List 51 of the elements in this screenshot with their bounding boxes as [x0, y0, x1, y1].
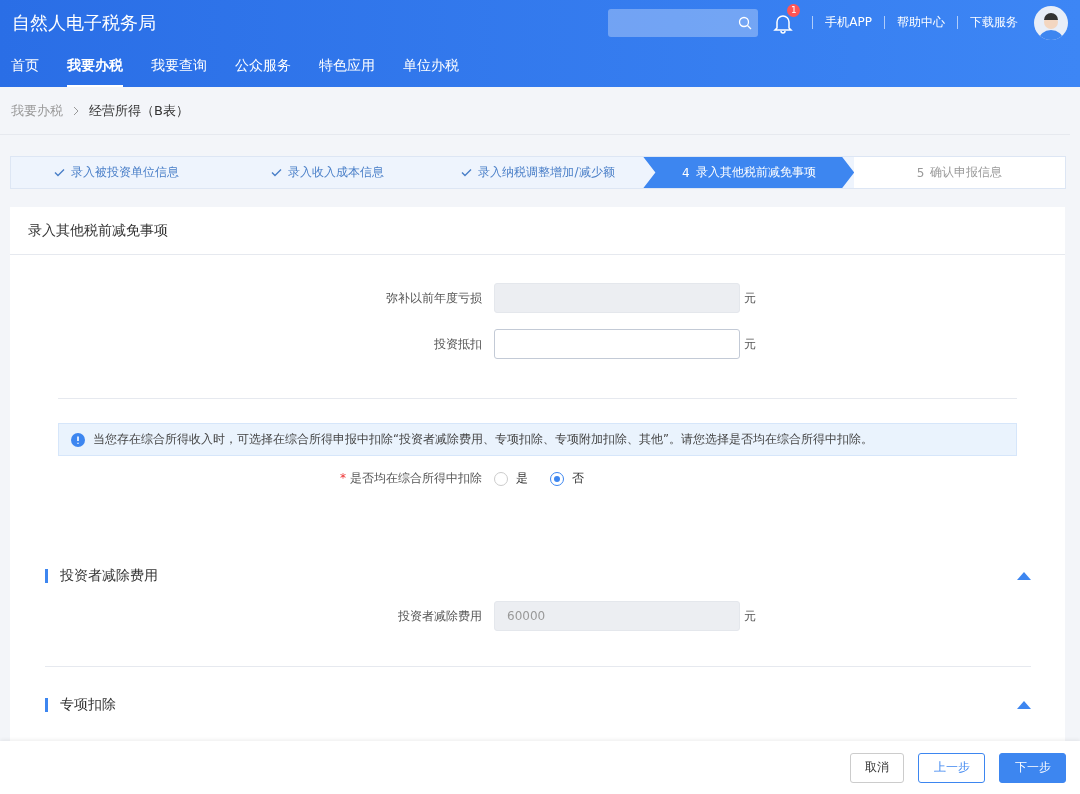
- step-number: 5: [916, 165, 925, 180]
- breadcrumb-item[interactable]: 经营所得（B表）: [89, 101, 189, 120]
- step-label: 录入其他税前减免事项: [695, 164, 816, 181]
- field-label: 投资抵扣: [433, 335, 482, 353]
- caret-up-icon[interactable]: [1017, 701, 1031, 709]
- unit-label: 元: [744, 607, 757, 625]
- notification-badge: 1: [787, 3, 801, 17]
- field-label: 弥补以前年度亏损: [385, 289, 482, 307]
- nav-tab[interactable]: 我要查询: [151, 45, 207, 87]
- nav-tab[interactable]: 我要办税: [67, 45, 123, 87]
- search-icon[interactable]: [738, 15, 753, 30]
- check-icon: [53, 168, 65, 177]
- check-icon: [270, 168, 282, 177]
- step-label: 确认申报信息: [930, 164, 1003, 181]
- footer-button[interactable]: 上一步: [918, 752, 985, 783]
- step-number: 4: [681, 165, 690, 180]
- notice-text: 当您存在综合所得收入时，可选择在综合所得申报中扣除“投资者减除费用、专项扣除、专项附加扣除、其他”。请您选择是否均在综合所得中扣除。: [93, 432, 873, 447]
- step-label: 录入被投资单位信息: [70, 164, 179, 181]
- input-field[interactable]: [494, 329, 740, 359]
- question-text: 是否均在综合所得中扣除: [350, 471, 482, 485]
- chevron-right-icon: [73, 105, 79, 116]
- step-label: 录入纳税调整增加/减少额: [478, 164, 615, 181]
- search-field[interactable]: [608, 8, 759, 37]
- caret-up-icon[interactable]: [1017, 572, 1031, 580]
- section-marker: [45, 698, 48, 712]
- footer-button[interactable]: 取消: [850, 752, 904, 783]
- nav-tab[interactable]: 首页: [11, 45, 39, 87]
- section-title: 专项扣除: [60, 696, 117, 714]
- radio-option[interactable]: 是: [494, 470, 528, 487]
- check-icon: [461, 168, 473, 177]
- nav-tab[interactable]: 公众服务: [235, 45, 291, 87]
- unit-label: 元: [744, 289, 757, 307]
- required-mark: *: [340, 471, 346, 485]
- nav-tab[interactable]: 特色应用: [319, 45, 375, 87]
- user-silhouette-icon: [1038, 11, 1064, 40]
- header-link[interactable]: 手机APP: [812, 16, 884, 29]
- avatar[interactable]: [1034, 5, 1068, 40]
- section-marker: [45, 569, 48, 583]
- panel-title: 录入其他税前减免事项: [10, 207, 1065, 255]
- site-title: 自然人电子税务局: [12, 10, 157, 35]
- header-link[interactable]: 下载服务: [957, 16, 1030, 29]
- section-title: 投资者减除费用: [60, 567, 159, 585]
- step-label: 录入收入成本信息: [287, 164, 384, 181]
- nav-tab[interactable]: 单位办税: [403, 45, 459, 87]
- breadcrumb-item[interactable]: 我要办税: [11, 101, 63, 120]
- footer-button[interactable]: 下一步: [999, 752, 1066, 783]
- unit-label: 元: [744, 335, 757, 353]
- radio-option[interactable]: 否: [550, 470, 584, 487]
- info-icon: [71, 432, 85, 447]
- header-link[interactable]: 帮助中心: [884, 16, 957, 29]
- field-label: 投资者减除费用: [397, 607, 482, 625]
